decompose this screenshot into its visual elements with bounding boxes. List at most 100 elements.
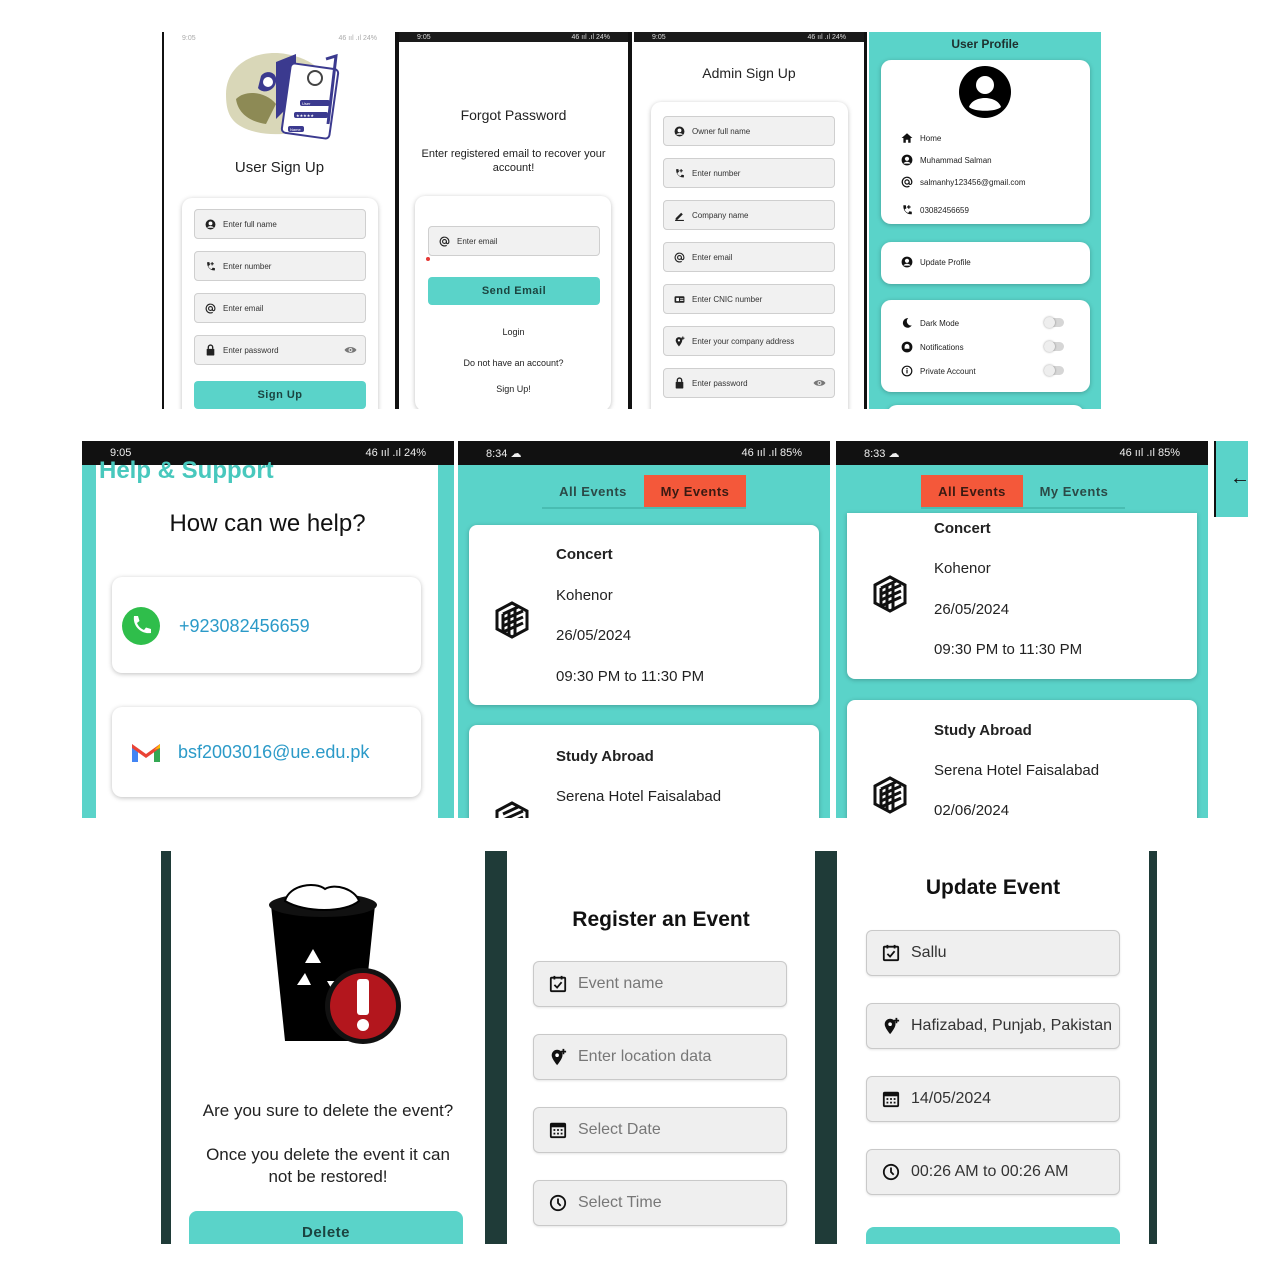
- tab-my-events[interactable]: My Events: [644, 475, 746, 507]
- date-field[interactable]: 14/05/2024: [866, 1076, 1120, 1122]
- send-email-button[interactable]: Send Email: [428, 277, 600, 305]
- profile-item-home[interactable]: Home: [900, 131, 941, 145]
- dark-mode-toggle[interactable]: [1044, 317, 1064, 328]
- event-location: Serena Hotel Faisalabad: [934, 762, 1100, 779]
- event-logo-icon: [869, 573, 911, 620]
- date-field[interactable]: Select Date: [533, 1107, 787, 1153]
- back-arrow-icon[interactable]: ←: [1230, 467, 1248, 490]
- number-field[interactable]: Enter number: [663, 158, 835, 188]
- email-field[interactable]: Enter email: [663, 242, 835, 272]
- eye-icon[interactable]: [344, 345, 357, 357]
- id-card-icon: [672, 292, 686, 306]
- status-indicators: 46 ııl .ıl 24%: [338, 34, 377, 42]
- status-indicators: 46 ııl .ıl 85%: [741, 447, 802, 459]
- update-profile-button[interactable]: Update Profile: [900, 255, 971, 269]
- field-label: Enter number: [692, 168, 741, 178]
- location-field[interactable]: Hafizabad, Punjab, Pakistan: [866, 1003, 1120, 1049]
- email-field[interactable]: Enter email: [194, 293, 366, 323]
- calendar-check-icon: [548, 974, 568, 994]
- field-label: Enter number: [223, 261, 272, 271]
- partial-screen: ←: [1214, 441, 1248, 517]
- time-field[interactable]: 00:26 AM to 00:26 AM: [866, 1149, 1120, 1195]
- field-value: Sallu: [911, 944, 947, 961]
- status-indicators: 46 ııl .ıl 85%: [1119, 447, 1180, 459]
- field-placeholder: Event name: [578, 975, 664, 992]
- signup-link[interactable]: Sign Up!: [399, 384, 628, 394]
- at-icon: [900, 175, 914, 189]
- location-field[interactable]: Enter location data: [533, 1034, 787, 1080]
- profile-item-name: Muhammad Salman: [900, 153, 992, 167]
- login-link[interactable]: Login: [399, 327, 628, 337]
- at-icon: [672, 250, 686, 264]
- update-button-peek[interactable]: [866, 1227, 1120, 1244]
- events-tab-bar: All Events My Events: [921, 475, 1125, 509]
- private-account-toggle[interactable]: [1044, 365, 1064, 376]
- illustration-text-stars: ★★★★★: [296, 113, 314, 118]
- setting-notifications: Notifications: [900, 340, 964, 354]
- full-name-field[interactable]: Enter full name: [194, 209, 366, 239]
- signup-illustration: User ★★★★★ Name: [226, 53, 340, 140]
- calendar-icon: [881, 1089, 901, 1109]
- info-icon: [900, 364, 914, 378]
- trash-warning-icon: [255, 883, 405, 1053]
- password-field[interactable]: Enter password: [663, 368, 835, 398]
- page-title: Register an Event: [572, 908, 750, 931]
- event-location: Kohenor: [556, 587, 613, 604]
- tab-all-events[interactable]: All Events: [542, 475, 644, 507]
- event-date: 26/05/2024: [934, 601, 1010, 618]
- event-title: Study Abroad: [934, 722, 1032, 739]
- delete-button[interactable]: Delete: [189, 1211, 463, 1244]
- page-title: User Profile: [951, 37, 1019, 51]
- calendar-check-icon: [881, 943, 901, 963]
- cnic-field[interactable]: Enter CNIC number: [663, 284, 835, 314]
- field-label: Owner full name: [692, 126, 751, 136]
- status-time: 8:33: [864, 447, 886, 460]
- tab-all-events[interactable]: All Events: [921, 475, 1023, 507]
- field-label: Enter email: [457, 236, 498, 246]
- field-label: Enter password: [223, 345, 279, 355]
- user-profile-screen: User Profile Home Muhammad Salman salman…: [869, 32, 1101, 409]
- event-name-field[interactable]: Event name: [533, 961, 787, 1007]
- eye-icon[interactable]: [813, 378, 826, 390]
- tab-my-events[interactable]: My Events: [1023, 475, 1125, 507]
- password-field[interactable]: Enter password: [194, 335, 366, 365]
- field-label: Enter email: [692, 252, 733, 262]
- phone-add-icon: [672, 166, 686, 180]
- event-location: Kohenor: [934, 560, 991, 577]
- email-field[interactable]: Enter email: [428, 226, 600, 256]
- event-title: Concert: [556, 546, 613, 563]
- page-title: Forgot Password: [460, 107, 567, 123]
- gmail-icon: [130, 740, 162, 769]
- event-title: Study Abroad: [556, 748, 654, 765]
- phone-number-link[interactable]: +923082456659: [179, 616, 310, 637]
- event-logo-icon: [869, 774, 911, 818]
- time-field[interactable]: Select Time: [533, 1180, 787, 1226]
- add-location-icon: [881, 1016, 901, 1036]
- register-event-screen: Register an Event Event name Enter locat…: [497, 851, 827, 1244]
- events-tab-bar: All Events My Events: [542, 475, 746, 509]
- item-label: Dark Mode: [920, 318, 960, 328]
- person-icon: [900, 153, 914, 167]
- person-icon: [672, 124, 686, 138]
- clock-icon: [881, 1162, 901, 1182]
- field-placeholder: Enter location data: [578, 1048, 712, 1065]
- company-address-field[interactable]: Enter your company address: [663, 326, 835, 356]
- sign-up-button[interactable]: Sign Up: [194, 381, 366, 409]
- email-link[interactable]: bsf2003016@ue.edu.pk: [178, 742, 369, 763]
- item-label: salmanhy123456@gmail.com: [920, 177, 1026, 187]
- delete-question: Are you sure to delete the event?: [202, 1101, 454, 1120]
- page-title: Update Event: [925, 876, 1061, 899]
- event-name-field[interactable]: Sallu: [866, 930, 1120, 976]
- add-location-icon: [548, 1047, 568, 1067]
- item-label: Home: [920, 133, 942, 143]
- notifications-toggle[interactable]: [1044, 341, 1064, 352]
- number-field[interactable]: Enter number: [194, 251, 366, 281]
- field-label: Enter CNIC number: [692, 294, 763, 304]
- status-time: 9:05: [182, 34, 196, 42]
- status-bar: 9:05 46 ııl .ıl 24%: [634, 32, 864, 42]
- item-label: 03082456659: [920, 205, 969, 215]
- setting-dark-mode: Dark Mode: [900, 316, 959, 330]
- owner-name-field[interactable]: Owner full name: [663, 116, 835, 146]
- field-label: Enter your company address: [692, 336, 795, 346]
- company-name-field[interactable]: Company name: [663, 200, 835, 230]
